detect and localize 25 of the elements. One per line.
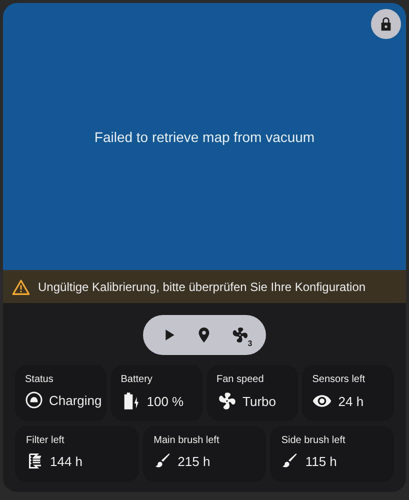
stat-value: 215 h <box>178 454 210 468</box>
stat-value: 24 h <box>338 394 364 408</box>
lock-button[interactable] <box>371 9 401 39</box>
filter-icon <box>26 452 44 470</box>
warning-text: Ungültige Kalibrierung, bitte überprüfen Sie Ihre Konfiguration <box>38 280 366 294</box>
brush-icon <box>281 452 300 470</box>
stat-value: 144 h <box>50 454 83 468</box>
stat-label: Side brush left <box>281 435 346 446</box>
warning-icon <box>12 278 30 294</box>
stat-label: Status <box>25 374 54 385</box>
stat-label: Main brush left <box>154 435 220 446</box>
stat-value: 100 % <box>146 394 184 408</box>
stat-label: Fan speed <box>216 374 265 385</box>
stat-value: Charging <box>49 392 102 408</box>
fan-icon <box>231 326 250 344</box>
fan-icon <box>216 391 236 411</box>
map-error-message: Failed to retrieve map from vacuum <box>94 128 315 144</box>
fan-speed-button[interactable]: 3 <box>227 322 254 348</box>
stat-value: 115 h <box>305 454 337 468</box>
stat-value: Turbo <box>242 394 276 408</box>
fan-level-number: 3 <box>248 339 252 348</box>
stat-label: Sensors left <box>312 374 366 385</box>
stat-label: Filter left <box>26 435 66 446</box>
stat-label: Battery <box>120 374 154 385</box>
brush-icon <box>154 452 172 470</box>
